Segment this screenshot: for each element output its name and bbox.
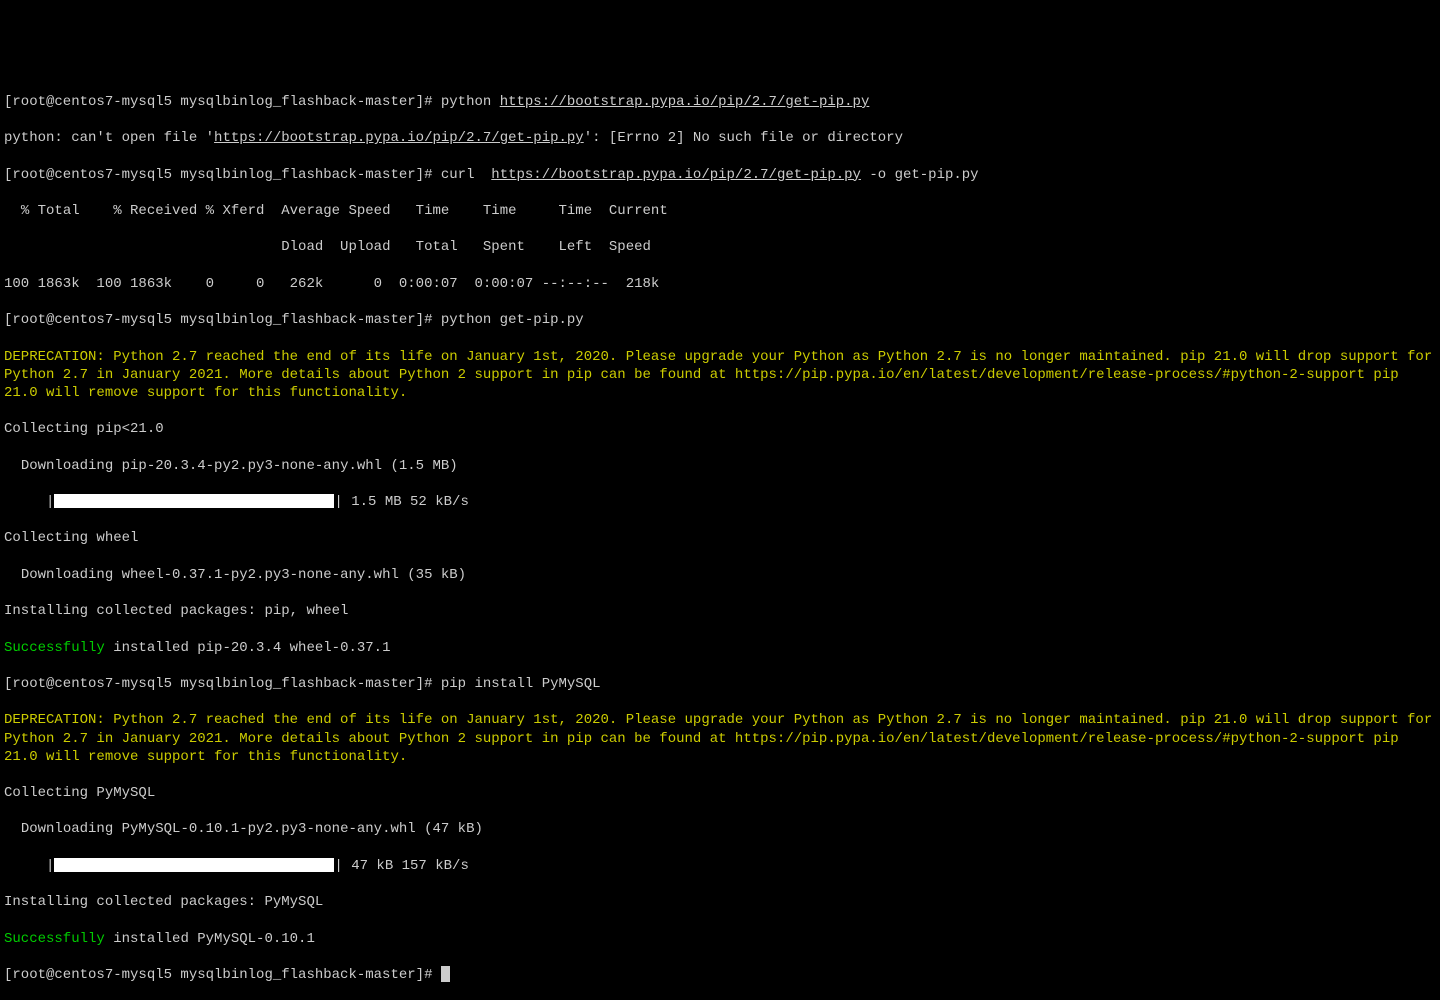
progress-suffix: | 1.5 MB 52 kB/s — [334, 494, 468, 510]
pip-output: Downloading wheel-0.37.1-py2.py3-none-an… — [4, 566, 1436, 584]
progress-prefix: | — [4, 858, 54, 874]
pip-output: Installing collected packages: PyMySQL — [4, 893, 1436, 911]
success-detail: installed pip-20.3.4 wheel-0.37.1 — [105, 640, 391, 656]
url-link: https://bootstrap.pypa.io/pip/2.7/get-pi… — [500, 94, 870, 110]
terminal-line: [root@centos7-mysql5 mysqlbinlog_flashba… — [4, 675, 1436, 693]
pip-output: Downloading pip-20.3.4-py2.py3-none-any.… — [4, 457, 1436, 475]
url-link: https://bootstrap.pypa.io/pip/2.7/get-pi… — [491, 167, 861, 183]
deprecation-warning: DEPRECATION: Python 2.7 reached the end … — [4, 711, 1436, 766]
terminal-line: [root@centos7-mysql5 mysqlbinlog_flashba… — [4, 966, 1436, 984]
cursor-icon — [441, 966, 450, 982]
deprecation-warning: DEPRECATION: Python 2.7 reached the end … — [4, 348, 1436, 403]
pip-output: Collecting PyMySQL — [4, 784, 1436, 802]
command: python get-pip.py — [441, 312, 584, 328]
prompt: [root@centos7-mysql5 mysqlbinlog_flashba… — [4, 967, 441, 983]
terminal-line: [root@centos7-mysql5 mysqlbinlog_flashba… — [4, 93, 1436, 111]
success-detail: installed PyMySQL-0.10.1 — [105, 931, 315, 947]
progress-bar-icon — [54, 494, 334, 508]
url-link: https://bootstrap.pypa.io/pip/2.7/get-pi… — [214, 130, 584, 146]
pip-output: Installing collected packages: pip, whee… — [4, 602, 1436, 620]
progress-prefix: | — [4, 494, 54, 510]
prompt: [root@centos7-mysql5 mysqlbinlog_flashba… — [4, 312, 441, 328]
terminal-line: Successfully installed PyMySQL-0.10.1 — [4, 930, 1436, 948]
command-args: -o get-pip.py — [861, 167, 979, 183]
pip-output: Collecting wheel — [4, 529, 1436, 547]
prompt: [root@centos7-mysql5 mysqlbinlog_flashba… — [4, 167, 441, 183]
error-text: python: can't open file ' — [4, 130, 214, 146]
progress-line: | | 47 kB 157 kB/s — [4, 857, 1436, 875]
curl-progress: 100 1863k 100 1863k 0 0 262k 0 0:00:07 0… — [4, 275, 1436, 293]
terminal-output[interactable]: [root@centos7-mysql5 mysqlbinlog_flashba… — [4, 75, 1436, 1000]
curl-header: % Total % Received % Xferd Average Speed… — [4, 202, 1436, 220]
progress-bar-icon — [54, 858, 334, 872]
pip-output: Downloading PyMySQL-0.10.1-py2.py3-none-… — [4, 820, 1436, 838]
terminal-line: Successfully installed pip-20.3.4 wheel-… — [4, 639, 1436, 657]
command: python — [441, 94, 500, 110]
terminal-line: [root@centos7-mysql5 mysqlbinlog_flashba… — [4, 166, 1436, 184]
success-text: Successfully — [4, 931, 105, 947]
pip-output: Collecting pip<21.0 — [4, 420, 1436, 438]
curl-header: Dload Upload Total Spent Left Speed — [4, 238, 1436, 256]
progress-line: | | 1.5 MB 52 kB/s — [4, 493, 1436, 511]
error-text: ': [Errno 2] No such file or directory — [584, 130, 903, 146]
command: pip install PyMySQL — [441, 676, 601, 692]
success-text: Successfully — [4, 640, 105, 656]
progress-suffix: | 47 kB 157 kB/s — [334, 858, 468, 874]
terminal-line: [root@centos7-mysql5 mysqlbinlog_flashba… — [4, 311, 1436, 329]
command: curl — [441, 167, 491, 183]
prompt: [root@centos7-mysql5 mysqlbinlog_flashba… — [4, 94, 441, 110]
prompt: [root@centos7-mysql5 mysqlbinlog_flashba… — [4, 676, 441, 692]
terminal-line: python: can't open file 'https://bootstr… — [4, 129, 1436, 147]
